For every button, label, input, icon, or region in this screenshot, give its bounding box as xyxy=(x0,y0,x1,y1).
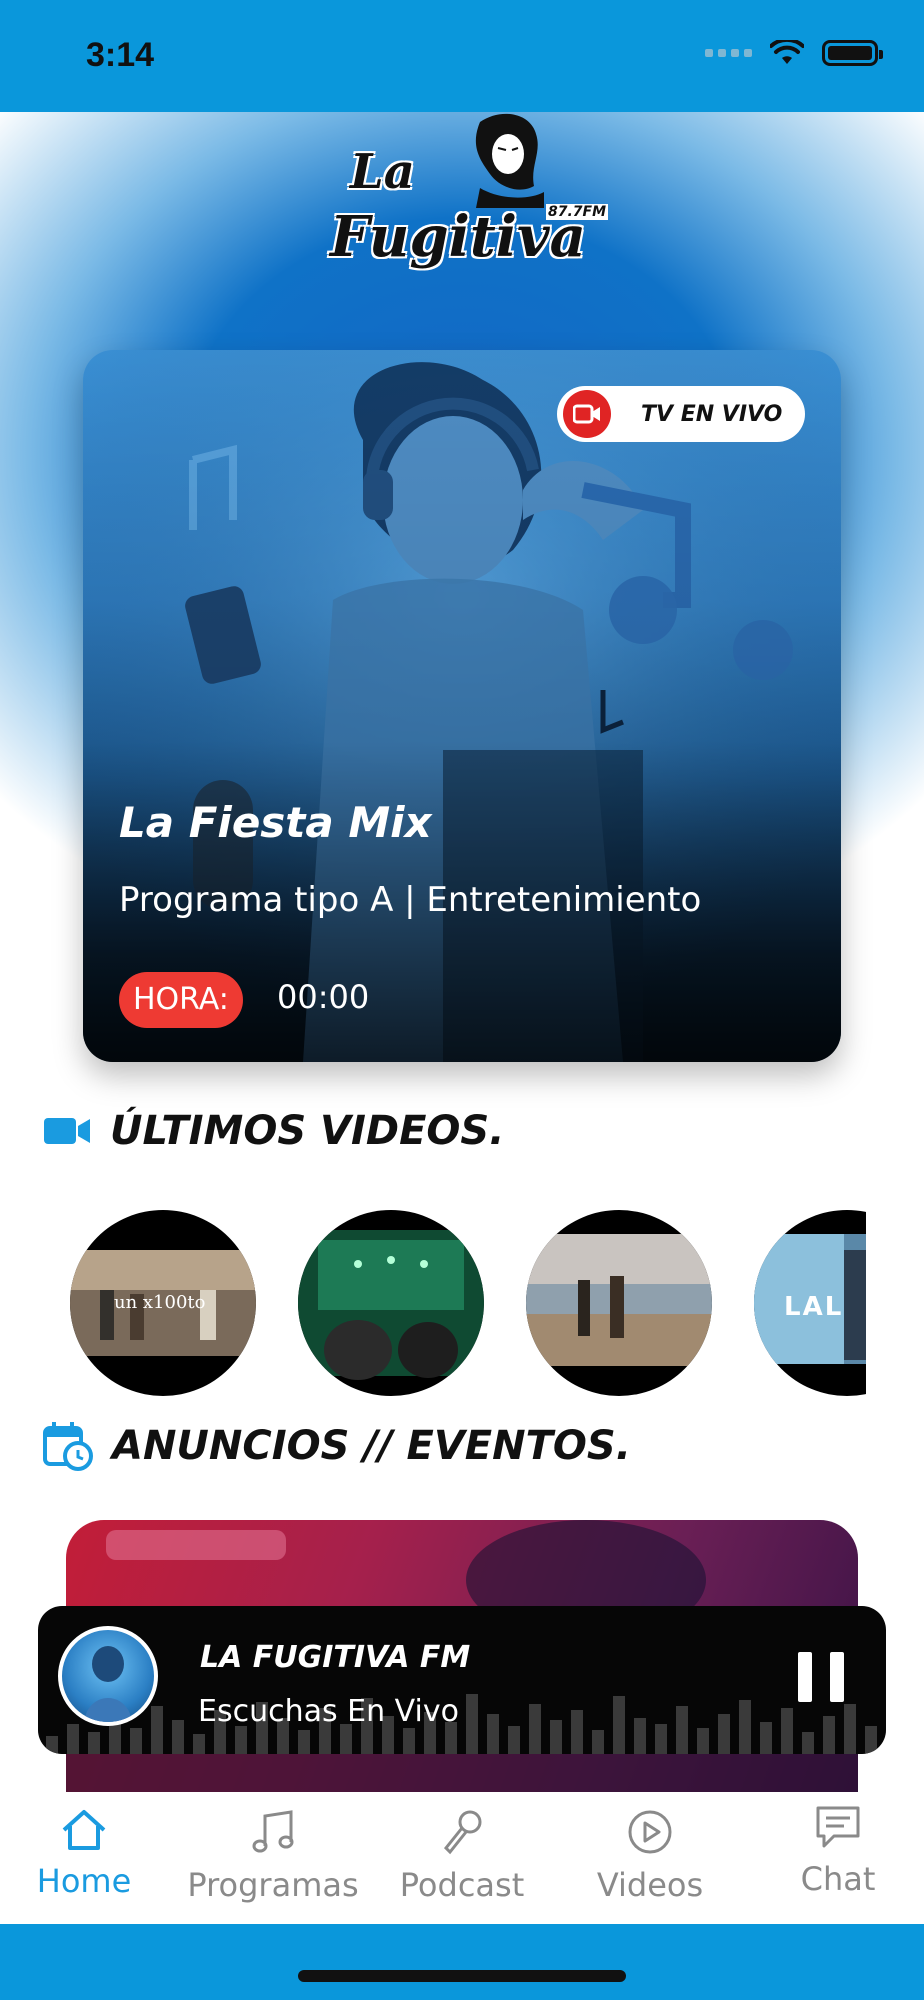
videos-section-header: ÚLTIMOS VIDEOS. xyxy=(42,1108,504,1154)
play-circle-icon xyxy=(628,1810,672,1854)
waveform-bar xyxy=(298,1730,310,1754)
waveform-bar xyxy=(655,1724,667,1754)
waveform-bar xyxy=(67,1724,79,1754)
la-fugitiva-logo: La Fugitiva 87.7FM xyxy=(330,108,609,288)
waveform-bar xyxy=(844,1704,856,1754)
hora-value: 00:00 xyxy=(277,978,370,1016)
waveform-bar xyxy=(46,1736,58,1754)
video-camera-icon xyxy=(44,1118,90,1144)
status-time: 3:14 xyxy=(86,36,155,74)
video-thumbnail[interactable] xyxy=(298,1210,484,1396)
music-note-icon xyxy=(252,1810,294,1853)
anuncios-section-title: ANUNCIOS // EVENTOS. xyxy=(112,1423,631,1469)
nav-home-label: Home xyxy=(36,1862,132,1900)
waveform-bar xyxy=(760,1722,772,1754)
nav-videos[interactable]: Videos xyxy=(560,1808,740,1904)
video-thumbnail[interactable]: un x100to xyxy=(70,1210,256,1396)
program-title: La Fiesta Mix xyxy=(119,798,432,847)
player-subtitle: Escuchas En Vivo xyxy=(198,1694,459,1729)
wifi-icon xyxy=(770,40,804,64)
nav-videos-label: Videos xyxy=(596,1866,704,1904)
logo-frequency: 87.7FM xyxy=(546,204,609,220)
waveform-bar xyxy=(802,1732,814,1754)
video-thumbnail[interactable]: LAL xyxy=(754,1210,866,1396)
home-indicator[interactable] xyxy=(298,1970,626,1982)
videos-section-title: ÚLTIMOS VIDEOS. xyxy=(110,1108,505,1154)
tv-en-vivo-button[interactable]: TV EN VIVO xyxy=(557,386,805,442)
video-camera-icon xyxy=(563,390,611,438)
cellular-signal-icon xyxy=(705,49,752,57)
home-icon xyxy=(62,1810,106,1850)
waveform-bar xyxy=(235,1726,247,1754)
waveform-bar xyxy=(592,1730,604,1754)
program-subtitle: Programa tipo A | Entretenimiento xyxy=(119,880,702,920)
waveform-bar xyxy=(613,1696,625,1754)
player-title: LA FUGITIVA FM xyxy=(200,1640,471,1675)
status-icons xyxy=(705,40,883,66)
video-thumbnail-caption: un x100to xyxy=(114,1292,206,1313)
waveform-bar xyxy=(508,1726,520,1754)
nav-chat[interactable]: Chat xyxy=(748,1804,924,1898)
waveform-bar xyxy=(571,1710,583,1754)
battery-icon xyxy=(822,40,883,66)
waveform-bar xyxy=(781,1708,793,1754)
video-thumbnail[interactable] xyxy=(526,1210,712,1396)
waveform-bar xyxy=(487,1714,499,1754)
live-program-card[interactable]: TV EN VIVO La Fiesta Mix Programa tipo A… xyxy=(83,350,841,1062)
hora-badge: HORA: xyxy=(119,972,243,1028)
waveform-bar xyxy=(676,1706,688,1754)
nav-podcast[interactable]: Podcast xyxy=(372,1808,552,1904)
waveform-bar xyxy=(634,1718,646,1754)
waveform-bar xyxy=(697,1728,709,1754)
audio-waveform xyxy=(46,1694,877,1754)
pause-button[interactable] xyxy=(798,1652,844,1702)
calendar-clock-icon xyxy=(43,1422,93,1471)
bottom-navigation: Home Programas Podcast Videos Chat xyxy=(0,1792,924,1924)
nav-home[interactable]: Home xyxy=(0,1808,174,1900)
waveform-bar xyxy=(739,1700,751,1754)
waveform-bar xyxy=(466,1694,478,1754)
chat-icon xyxy=(816,1806,860,1848)
tv-en-vivo-label: TV EN VIVO xyxy=(641,401,783,427)
videos-carousel[interactable]: un x100to LAL xyxy=(70,1210,866,1396)
video-thumbnail-caption: LAL xyxy=(784,1292,844,1322)
bottom-safe-area xyxy=(0,1924,924,2000)
program-artwork xyxy=(83,350,841,1062)
anuncios-section-header: ANUNCIOS // EVENTOS. xyxy=(42,1420,631,1472)
now-playing-bar[interactable]: LA FUGITIVA FM Escuchas En Vivo xyxy=(38,1606,886,1754)
nav-programas-label: Programas xyxy=(187,1866,359,1904)
waveform-bar xyxy=(88,1732,100,1754)
waveform-bar xyxy=(130,1728,142,1754)
station-artwork xyxy=(58,1626,158,1726)
waveform-bar xyxy=(193,1734,205,1754)
microphone-icon xyxy=(443,1810,482,1855)
waveform-bar xyxy=(718,1714,730,1754)
waveform-bar xyxy=(529,1704,541,1754)
nav-programas[interactable]: Programas xyxy=(183,1808,363,1904)
status-bar: 3:14 xyxy=(0,0,924,112)
waveform-bar xyxy=(550,1720,562,1754)
waveform-bar xyxy=(823,1716,835,1754)
waveform-bar xyxy=(865,1726,877,1754)
waveform-bar xyxy=(151,1706,163,1754)
nav-chat-label: Chat xyxy=(800,1860,876,1898)
waveform-bar xyxy=(172,1720,184,1754)
logo-text-la: La xyxy=(350,144,415,200)
nav-podcast-label: Podcast xyxy=(399,1866,525,1904)
waveform-bar xyxy=(403,1728,415,1754)
